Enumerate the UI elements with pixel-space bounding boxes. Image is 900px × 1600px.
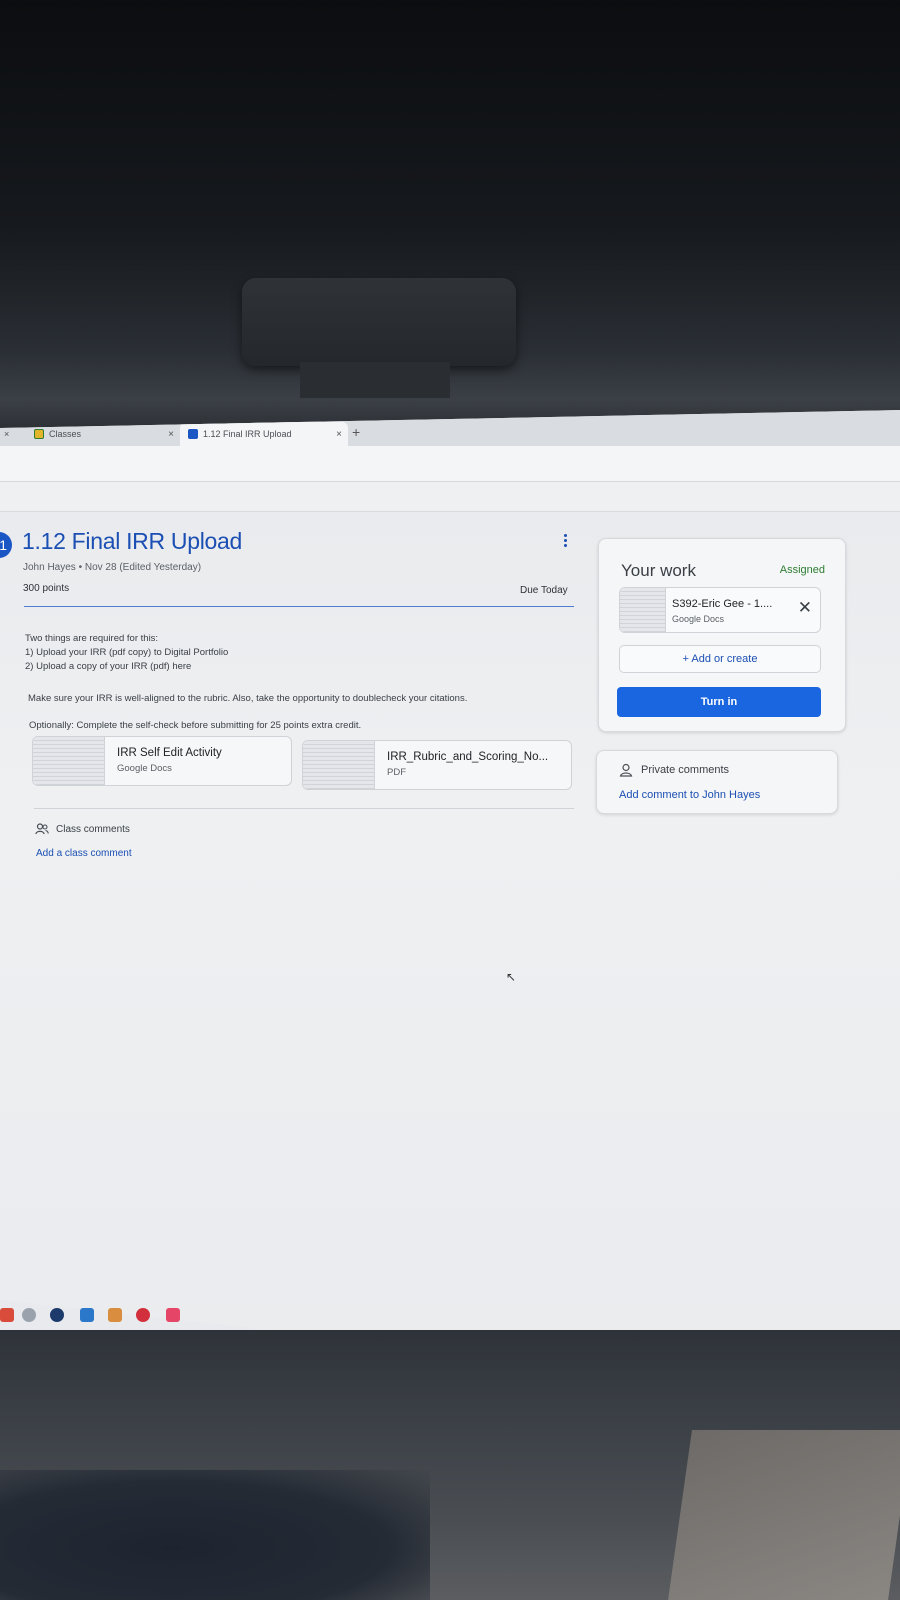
private-comments-card: Private comments Add comment to John Hay… bbox=[596, 750, 838, 814]
folder-icon[interactable] bbox=[108, 1308, 122, 1322]
attachment-type: Google Docs bbox=[117, 763, 172, 774]
classroom-favicon-icon bbox=[34, 429, 44, 439]
webcam bbox=[242, 278, 516, 366]
your-work-title: Your work bbox=[621, 561, 696, 580]
monitor-screen: × Classes × 1.12 Final IRR Upload × + 1 … bbox=[0, 410, 900, 1400]
pocket-icon[interactable] bbox=[166, 1308, 180, 1322]
app-icon[interactable] bbox=[80, 1308, 94, 1322]
tab-label: 1.12 Final IRR Upload bbox=[203, 429, 292, 439]
tab-label: Classes bbox=[49, 429, 82, 439]
assignment-favicon-icon bbox=[188, 429, 198, 439]
attachment-name: IRR_Rubric_and_Scoring_No... bbox=[387, 751, 549, 763]
attachment-name: IRR Self Edit Activity bbox=[117, 747, 222, 759]
opera-icon[interactable] bbox=[136, 1308, 150, 1322]
your-work-card: Your work Assigned S392-Eric Gee - 1....… bbox=[598, 538, 846, 732]
add-private-comment-link[interactable]: Add comment to John Hayes bbox=[619, 789, 760, 801]
status-badge: Assigned bbox=[779, 564, 825, 576]
instructions-line: Optionally: Complete the self-check befo… bbox=[29, 720, 362, 731]
chrome-icon[interactable] bbox=[0, 1308, 14, 1322]
new-tab-button[interactable]: + bbox=[352, 424, 360, 440]
divider bbox=[34, 808, 574, 809]
document-thumbnail bbox=[620, 588, 666, 632]
browser-tab-bar: × Classes × 1.12 Final IRR Upload × + bbox=[0, 410, 900, 446]
file-name: S392-Eric Gee - 1.... bbox=[672, 598, 773, 610]
add-or-create-button[interactable]: + Add or create bbox=[619, 645, 821, 673]
tab-close-button[interactable]: × bbox=[4, 422, 9, 446]
remove-file-icon[interactable]: ✕ bbox=[798, 598, 812, 618]
assignment-points: 300 points bbox=[23, 583, 70, 594]
assignment-meta: John Hayes • Nov 28 (Edited Yesterday) bbox=[23, 562, 202, 573]
page-title: 1.12 Final IRR Upload bbox=[22, 528, 242, 554]
tab-assignment[interactable]: 1.12 Final IRR Upload × bbox=[180, 422, 348, 446]
browser-toolbar bbox=[0, 446, 900, 482]
tab-close-button[interactable]: × bbox=[168, 429, 174, 440]
more-options-icon[interactable] bbox=[562, 534, 568, 550]
divider bbox=[24, 606, 574, 607]
due-date: Due Today bbox=[520, 585, 568, 596]
clothing bbox=[0, 1470, 430, 1600]
steam-icon[interactable] bbox=[50, 1308, 64, 1322]
private-comments-heading: Private comments bbox=[641, 764, 730, 776]
add-class-comment-link[interactable]: Add a class comment bbox=[36, 848, 132, 859]
app-icon[interactable] bbox=[22, 1308, 36, 1322]
person-icon bbox=[619, 763, 633, 777]
class-comments-heading: Class comments bbox=[56, 824, 130, 835]
assignment-icon: 1 bbox=[0, 532, 12, 558]
instructions-line: 1) Upload your IRR (pdf copy) to Digital… bbox=[25, 647, 229, 658]
tab-classes[interactable]: Classes × bbox=[28, 422, 180, 446]
file-type: Google Docs bbox=[672, 614, 725, 624]
tab-close-button[interactable]: × bbox=[336, 429, 342, 440]
mouse-cursor-icon: ↖ bbox=[506, 970, 517, 984]
attachment-google-doc[interactable]: IRR Self Edit Activity Google Docs bbox=[32, 736, 292, 786]
classroom-header bbox=[0, 482, 900, 512]
people-icon bbox=[35, 823, 49, 835]
instructions-line: 2) Upload a copy of your IRR (pdf) here bbox=[25, 661, 192, 672]
submitted-file[interactable]: S392-Eric Gee - 1.... Google Docs ✕ bbox=[619, 587, 821, 633]
document-thumbnail bbox=[33, 737, 105, 785]
pdf-thumbnail bbox=[303, 741, 375, 789]
turn-in-button[interactable]: Turn in bbox=[617, 687, 821, 717]
desk-object bbox=[668, 1430, 900, 1600]
instructions-line: Two things are required for this: bbox=[25, 633, 159, 644]
attachment-type: PDF bbox=[387, 767, 406, 778]
webcam-mount bbox=[300, 362, 450, 398]
attachment-pdf[interactable]: IRR_Rubric_and_Scoring_No... PDF bbox=[302, 740, 572, 790]
instructions-line: Make sure your IRR is well-aligned to th… bbox=[28, 693, 468, 704]
